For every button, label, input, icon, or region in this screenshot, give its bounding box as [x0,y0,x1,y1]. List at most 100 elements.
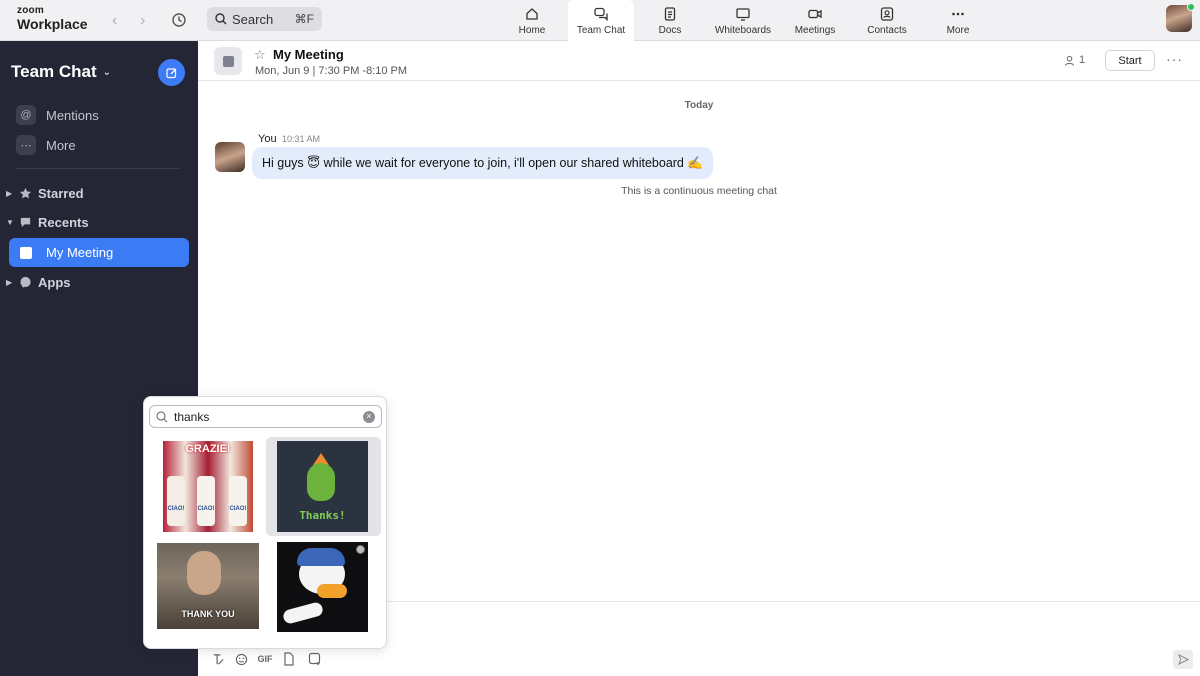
sidebar-item-my-meeting[interactable]: My Meeting [9,238,189,267]
section-label: Recents [38,215,89,230]
docs-icon [664,7,676,21]
calendar-icon [222,55,234,67]
search-shortcut: ⌘F [294,12,314,26]
contacts-icon [880,7,894,21]
whiteboard-icon [736,8,750,21]
gif-result-thank-you[interactable]: THANK YOU [157,543,259,629]
sidebar-item-more[interactable]: ⋯ More [16,135,76,155]
gif-person [187,551,221,595]
send-button[interactable] [1173,650,1193,669]
section-starred[interactable]: ▶ Starred [6,186,84,201]
star-icon [18,187,32,201]
gif-caption: GRAZIE! [185,443,231,455]
search-bar[interactable]: Search ⌘F [207,7,322,31]
caret-right-icon: ▶ [6,278,13,287]
tab-team-chat[interactable]: Team Chat [568,0,634,41]
tab-label: Home [518,25,546,36]
gif-caption: Thanks! [299,509,346,522]
chat-icon [594,7,608,22]
tab-label: Contacts [867,25,907,36]
tab-label: Docs [658,25,682,36]
meeting-time: Mon, Jun 9 | 7:30 PM -8:10 PM [255,65,408,77]
gif-result-grazie[interactable]: GRAZIE! CIAO! CIAO! CIAO! [163,441,253,532]
gif-button[interactable]: GIF [257,651,273,667]
sidebar-item-mentions[interactable]: @ Mentions [16,105,99,125]
meeting-avatar[interactable] [214,47,242,75]
section-recents[interactable]: ▼ Recents [6,215,89,230]
compose-icon [165,67,176,78]
search-label: Search [232,11,274,27]
brand-big: Workplace [17,16,88,32]
app-logo: zoom Workplace [17,5,88,32]
avatar[interactable] [215,142,245,172]
chat-bubble-icon [18,216,32,230]
clear-search-icon[interactable]: × [363,410,375,423]
start-button[interactable]: Start [1105,50,1155,71]
caret-down-icon: ▼ [6,218,14,227]
gif-hat [297,548,345,566]
tab-contacts[interactable]: Contacts [850,0,924,41]
tab-whiteboards[interactable]: Whiteboards [706,0,780,41]
tab-meetings[interactable]: Meetings [781,0,849,41]
home-icon [526,8,538,20]
tab-docs[interactable]: Docs [635,0,705,41]
tab-home[interactable]: Home [497,0,567,41]
tab-label: Meetings [794,25,836,36]
gif-caption: THANK YOU [181,609,235,619]
main-tabs: Home Team Chat Docs Whiteboards Meetings… [500,0,992,41]
section-label: Apps [38,275,71,290]
search-icon [156,410,168,422]
gif-arm [281,601,325,625]
continuous-chat-note: This is a continuous meeting chat [621,185,777,197]
more-options-icon[interactable]: ··· [1166,51,1183,67]
forward-arrow-icon[interactable]: › [140,12,145,30]
section-label: Starred [38,186,84,201]
tab-label: Team Chat [576,25,626,36]
chat-title[interactable]: My Meeting [273,47,344,62]
file-icon[interactable] [282,651,295,667]
caret-right-icon: ▶ [6,189,13,198]
chevron-down-icon: ⌄ [102,66,112,78]
screenshot-icon[interactable] [307,651,322,667]
apps-icon [18,276,32,290]
gif-character [307,463,335,501]
profile-avatar[interactable] [1166,3,1195,32]
top-bar: zoom Workplace ‹ › Search ⌘F Home Team C… [0,0,1200,41]
gif-result-thanks-pickle[interactable]: Thanks! [277,441,368,532]
message-time: 10:31 AM [282,134,321,144]
gif-picker: thanks × GRAZIE! CIAO! CIAO! CIAO! Thank… [143,396,387,649]
message-bubble[interactable]: Hi guys 😇 while we wait for everyone to … [252,147,713,179]
gif-result-donald-duck[interactable] [277,542,368,632]
gif-bottle: CIAO! [167,476,185,526]
sidebar-divider [16,168,179,169]
video-icon [808,9,822,19]
online-status-dot [1187,3,1195,11]
brand-small: zoom [17,5,44,16]
message-author[interactable]: You [258,133,277,145]
star-outline-icon[interactable]: ☆ [254,47,266,63]
tab-label: Whiteboards [714,25,772,36]
at-icon: @ [16,105,36,125]
search-icon [215,13,227,25]
members-button[interactable]: 1 [1064,54,1085,66]
send-icon [1177,654,1189,665]
gif-search-query: thanks [174,409,210,424]
date-divider: Today [684,100,714,111]
calendar-icon [20,246,32,259]
history-icon[interactable] [170,11,188,29]
gif-bottle: CIAO! [197,476,215,526]
more-dots-icon: ⋯ [16,135,36,155]
sidebar-item-label: Mentions [46,107,99,123]
compose-button[interactable] [158,59,185,86]
format-icon[interactable] [211,651,225,667]
sidebar-item-label: My Meeting [46,245,114,260]
emoji-icon[interactable] [234,651,248,667]
gif-search-input[interactable]: thanks × [149,405,382,428]
gif-bottle: CIAO! [229,476,247,526]
section-apps[interactable]: ▶ Apps [6,275,71,290]
back-arrow-icon[interactable]: ‹ [112,12,117,30]
tab-more[interactable]: More [925,0,991,41]
sidebar-item-label: More [46,137,76,153]
chat-header: ☆ My Meeting Mon, Jun 9 | 7:30 PM -8:10 … [198,41,1200,81]
sidebar-title[interactable]: Team Chat ⌄ [11,62,111,82]
